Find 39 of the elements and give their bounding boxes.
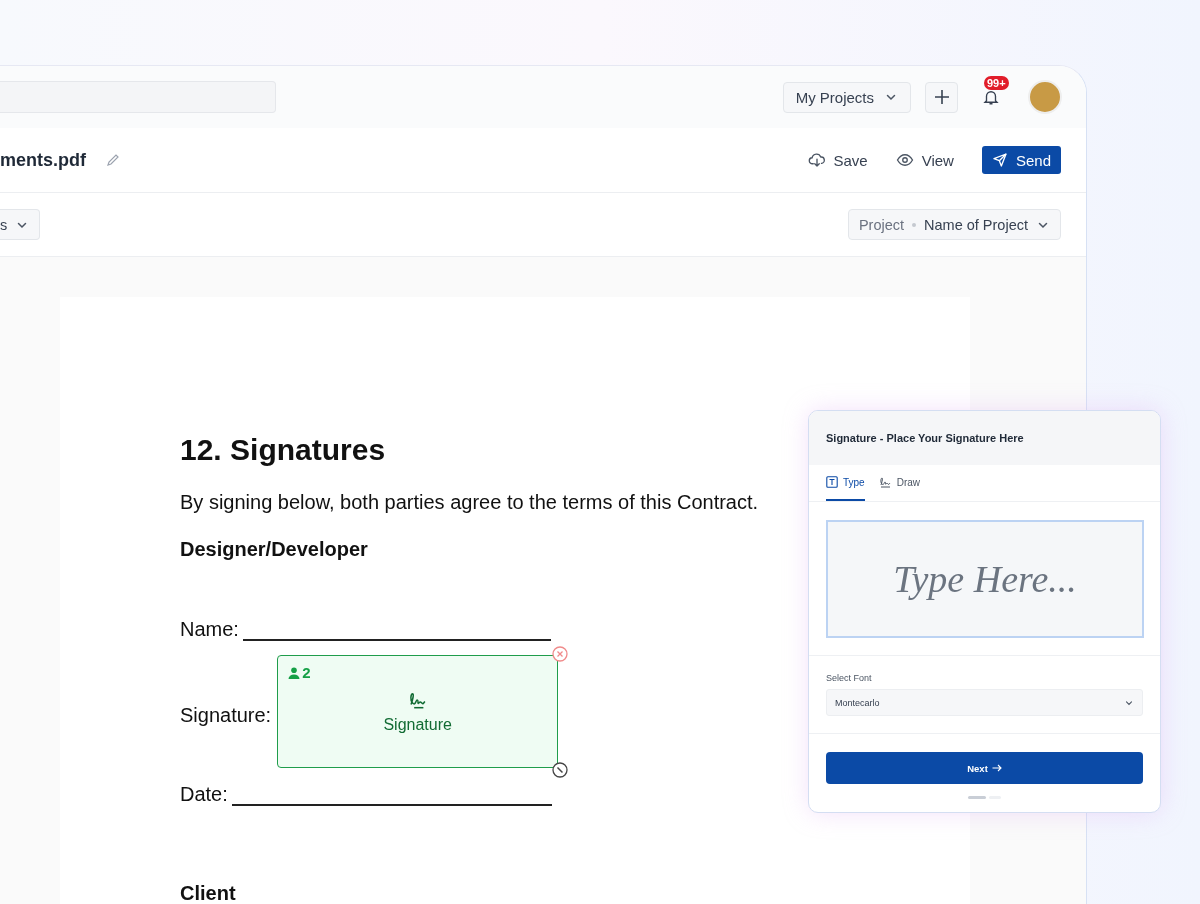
plus-icon [933,89,950,105]
remove-icon[interactable] [552,646,569,662]
cloud-download-icon [807,151,826,169]
field-label: Date: [180,782,228,806]
person-icon [288,666,301,679]
signature-label: Signature [383,715,452,734]
add-button[interactable] [925,81,958,113]
field-label: Signature: [180,704,272,727]
bell-icon[interactable] [982,88,1000,106]
avatar[interactable] [1028,80,1062,114]
next-button[interactable]: Next [826,752,1143,784]
resize-handle-icon[interactable] [552,762,569,778]
tab[interactable]: Type [826,465,865,501]
signature-input[interactable]: Type Here... [826,520,1144,638]
field-label: Name: [180,617,239,641]
section-heading: 12. Signatures [180,433,386,467]
field-label: Select Font [826,673,873,683]
arrow-right-icon [991,764,1002,772]
text-box-icon [826,476,838,488]
send-icon [991,152,1008,168]
signature-icon [878,476,892,488]
eye-icon [895,151,914,169]
view-button[interactable]: View [891,146,958,174]
file-name: ments.pdf [0,149,86,171]
party-heading: Designer/Developer [180,538,368,561]
filter-dropdown[interactable]: s [0,209,41,240]
signature-field[interactable]: 2 Signature [277,655,559,768]
panel-title: Signature - Place Your Signature Here [826,432,1024,444]
send-button[interactable]: Send [981,146,1061,174]
party-heading: Client [180,882,236,904]
project-menu-button[interactable]: My Projects [782,81,911,113]
intro-text: By signing below, both parties agree to the terms of this Contract. [180,491,759,514]
save-button[interactable]: Save [803,146,872,174]
project-dropdown[interactable]: Project Name of Project [847,209,1061,240]
signer-number: 2 [302,664,311,681]
pencil-icon[interactable] [106,153,120,167]
font-select[interactable]: Montecarlo [826,689,1143,716]
tab[interactable]: Draw [878,465,921,501]
notification-badge: 99+ [984,76,1009,90]
